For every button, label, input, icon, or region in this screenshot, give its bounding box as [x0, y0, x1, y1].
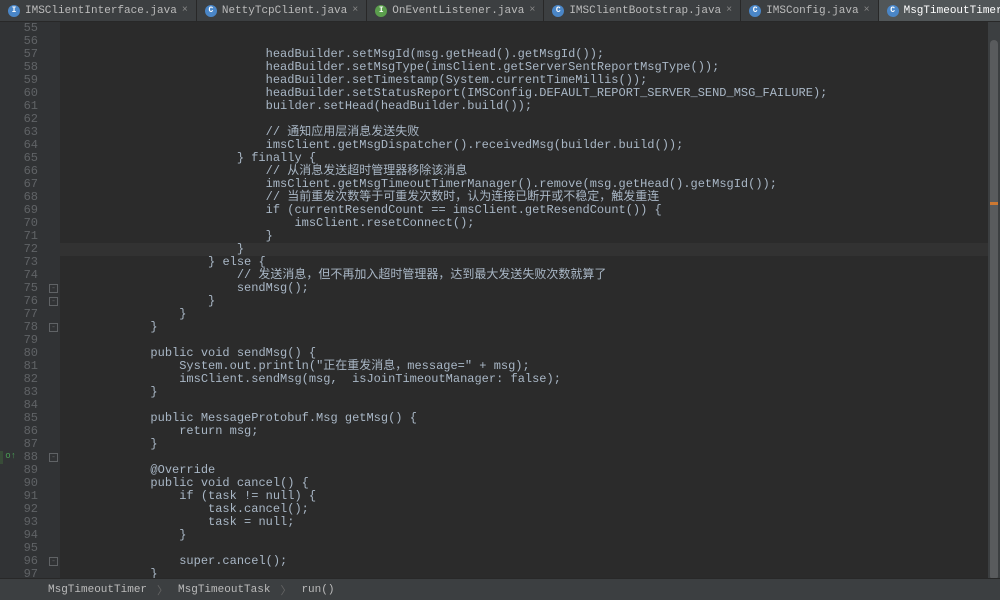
- tab-label: NettyTcpClient.java: [222, 5, 347, 17]
- breadcrumb-item[interactable]: run(): [301, 584, 334, 596]
- fold-toggle-icon[interactable]: -: [49, 284, 58, 293]
- code-line[interactable]: task = null;: [64, 516, 1000, 529]
- code-line[interactable]: builder.setHead(headBuilder.build());: [64, 100, 1000, 113]
- tab-label: IMSClientInterface.java: [25, 5, 177, 17]
- editor-tabs: I IMSClientInterface.java × C NettyTcpClient…: [0, 0, 1000, 22]
- close-icon[interactable]: ×: [529, 5, 535, 16]
- breadcrumb-item[interactable]: MsgTimeoutTimer: [48, 584, 147, 596]
- tab-msgtimeouttimer-java[interactable]: CMsgTimeoutTimer.java×: [879, 0, 1000, 21]
- tab-imsclientbootstrap-java[interactable]: C IMSClientBootstrap.java ×: [544, 0, 741, 21]
- code-line[interactable]: }: [64, 295, 1000, 308]
- file-type-icon: C: [749, 5, 761, 17]
- chevron-right-icon: 〉: [280, 582, 291, 598]
- fold-toggle-icon[interactable]: -: [49, 297, 58, 306]
- override-method-icon[interactable]: o↑: [4, 451, 16, 463]
- code-line[interactable]: super.cancel();: [64, 555, 1000, 568]
- tab-label: IMSClientBootstrap.java: [569, 5, 721, 17]
- coverage-marker: [0, 451, 3, 464]
- code-line[interactable]: }: [64, 321, 1000, 334]
- tab-nettytcpclient-java[interactable]: C NettyTcpClient.java ×: [197, 0, 367, 21]
- line-number: 97: [0, 568, 38, 578]
- file-type-icon: C: [887, 5, 899, 17]
- file-type-icon: C: [205, 5, 217, 17]
- code-area[interactable]: headBuilder.setMsgId(msg.getHead().getMs…: [60, 22, 1000, 578]
- close-icon[interactable]: ×: [352, 5, 358, 16]
- breadcrumb-bar: MsgTimeoutTimer 〉 MsgTimeoutTask 〉 run(): [0, 578, 1000, 600]
- code-line[interactable]: }: [64, 308, 1000, 321]
- tab-label: IMSConfig.java: [766, 5, 858, 17]
- tab-oneventlistener-java[interactable]: I OnEventListener.java ×: [367, 0, 544, 21]
- file-type-icon: C: [552, 5, 564, 17]
- close-icon[interactable]: ×: [182, 5, 188, 16]
- close-icon[interactable]: ×: [864, 5, 870, 16]
- code-line[interactable]: imsClient.sendMsg(msg, isJoinTimeoutMana…: [64, 373, 1000, 386]
- chevron-right-icon: 〉: [157, 582, 168, 598]
- editor-area: 5556575859606162636465666768697071727374…: [0, 22, 1000, 578]
- file-type-icon: I: [375, 5, 387, 17]
- line-number-gutter: 5556575859606162636465666768697071727374…: [0, 22, 48, 578]
- breadcrumb-item[interactable]: MsgTimeoutTask: [178, 584, 270, 596]
- fold-toggle-icon[interactable]: -: [49, 557, 58, 566]
- code-line[interactable]: return msg;: [64, 425, 1000, 438]
- fold-gutter: - - - - -: [48, 22, 60, 578]
- fold-toggle-icon[interactable]: -: [49, 323, 58, 332]
- tab-imsclientinterface-java[interactable]: I IMSClientInterface.java ×: [0, 0, 197, 21]
- code-line[interactable]: }: [64, 529, 1000, 542]
- close-icon[interactable]: ×: [726, 5, 732, 16]
- code-line[interactable]: }: [64, 568, 1000, 578]
- tab-label: MsgTimeoutTimer.java: [904, 5, 1000, 17]
- tab-label: OnEventListener.java: [392, 5, 524, 17]
- fold-toggle-icon[interactable]: -: [49, 453, 58, 462]
- tab-imsconfig-java[interactable]: C IMSConfig.java ×: [741, 0, 878, 21]
- file-type-icon: I: [8, 5, 20, 17]
- code-line[interactable]: }: [64, 386, 1000, 399]
- code-line[interactable]: }: [64, 438, 1000, 451]
